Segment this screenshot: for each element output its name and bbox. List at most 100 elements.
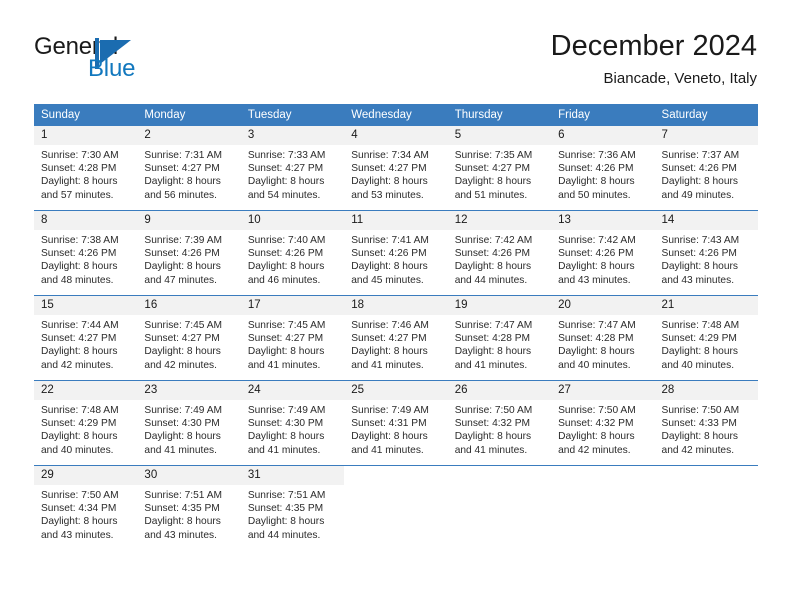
calendar-week-row: 15 Sunrise: 7:44 AM Sunset: 4:27 PM Dayligh… xyxy=(34,295,758,381)
day-number: 13 xyxy=(551,211,655,230)
calendar-day-cell[interactable]: 18 Sunrise: 7:46 AM Sunset: 4:27 PM Dayligh… xyxy=(344,295,448,381)
day-number: 29 xyxy=(34,466,138,485)
calendar-day-cell[interactable]: 23 Sunrise: 7:49 AM Sunset: 4:30 PM Dayligh… xyxy=(137,380,241,466)
calendar-day-cell[interactable]: 4 Sunrise: 7:34 AM Sunset: 4:27 PM Daylight… xyxy=(344,126,448,211)
sunrise-time: Sunrise: 7:30 AM xyxy=(41,150,119,161)
sunset-time: Sunset: 4:33 PM xyxy=(661,418,737,430)
daylight-duration-line1: Daylight: 8 hours xyxy=(41,346,118,358)
daylight-duration-line1: Daylight: 8 hours xyxy=(144,516,221,528)
day-details: Sunrise: 7:31 AM Sunset: 4:27 PM Daylight:… xyxy=(137,145,240,202)
calendar-day-cell[interactable]: 31 Sunrise: 7:51 AM Sunset: 4:35 PM Dayligh… xyxy=(240,466,345,551)
day-number: 5 xyxy=(447,126,552,145)
sunrise-time: Sunrise: 7:43 AM xyxy=(661,235,740,246)
page-title: December 2024 xyxy=(550,30,757,62)
calendar-day-cell[interactable]: 11 Sunrise: 7:41 AM Sunset: 4:26 PM Dayligh… xyxy=(344,210,448,296)
daylight-duration-line2: and 49 minutes. xyxy=(661,189,735,201)
day-number: 30 xyxy=(137,466,241,485)
calendar-day-cell[interactable]: 9 Sunrise: 7:39 AM Sunset: 4:26 PM Daylight… xyxy=(137,210,241,296)
daylight-duration-line1: Daylight: 8 hours xyxy=(661,261,738,273)
sunset-time: Sunset: 4:27 PM xyxy=(144,163,220,175)
calendar-day-cell[interactable]: 5 Sunrise: 7:35 AM Sunset: 4:27 PM Daylight… xyxy=(447,126,552,211)
calendar-day-cell[interactable]: 24 Sunrise: 7:49 AM Sunset: 4:30 PM Dayligh… xyxy=(240,380,345,466)
sunset-time: Sunset: 4:35 PM xyxy=(144,503,220,515)
sunset-time: Sunset: 4:26 PM xyxy=(454,248,531,260)
day-number: 10 xyxy=(240,211,345,230)
calendar-day-cell[interactable]: 25 Sunrise: 7:49 AM Sunset: 4:31 PM Dayligh… xyxy=(344,380,448,466)
daylight-duration-line2: and 44 minutes. xyxy=(247,529,321,541)
calendar-day-cell[interactable]: 7 Sunrise: 7:37 AM Sunset: 4:26 PM Daylight… xyxy=(654,126,758,211)
sunrise-time: Sunrise: 7:33 AM xyxy=(247,150,326,161)
daylight-duration-line1: Daylight: 8 hours xyxy=(247,346,325,358)
sunrise-time: Sunrise: 7:42 AM xyxy=(558,235,636,246)
calendar-day-cell[interactable]: 16 Sunrise: 7:45 AM Sunset: 4:27 PM Dayligh… xyxy=(137,295,241,381)
calendar-day-cell[interactable]: 21 Sunrise: 7:48 AM Sunset: 4:29 PM Dayligh… xyxy=(654,295,758,381)
calendar-day-cell[interactable]: 17 Sunrise: 7:45 AM Sunset: 4:27 PM Dayligh… xyxy=(240,295,345,381)
calendar-day-cell[interactable]: 26 Sunrise: 7:50 AM Sunset: 4:32 PM Dayligh… xyxy=(447,380,552,466)
calendar-day-cell[interactable]: 3 Sunrise: 7:33 AM Sunset: 4:27 PM Daylight… xyxy=(240,126,345,211)
sunrise-time: Sunrise: 7:41 AM xyxy=(351,235,429,246)
calendar-week-row: 8 Sunrise: 7:38 AM Sunset: 4:26 PM Daylight… xyxy=(34,210,758,296)
day-details: Sunrise: 7:47 AM Sunset: 4:28 PM Daylight:… xyxy=(551,315,654,372)
day-number: 31 xyxy=(240,466,345,485)
calendar-day-cell[interactable]: 22 Sunrise: 7:48 AM Sunset: 4:29 PM Dayligh… xyxy=(34,380,138,466)
sunrise-time: Sunrise: 7:39 AM xyxy=(144,235,223,246)
daylight-duration-line1: Daylight: 8 hours xyxy=(41,176,118,188)
sunset-time: Sunset: 4:26 PM xyxy=(247,248,324,260)
sunset-time: Sunset: 4:27 PM xyxy=(144,333,220,345)
calendar-day-cell[interactable]: 19 Sunrise: 7:47 AM Sunset: 4:28 PM Dayligh… xyxy=(447,295,552,381)
sunset-time: Sunset: 4:29 PM xyxy=(41,418,117,430)
calendar-day-cell[interactable]: 20 Sunrise: 7:47 AM Sunset: 4:28 PM Dayligh… xyxy=(551,295,655,381)
calendar-day-cell[interactable]: 6 Sunrise: 7:36 AM Sunset: 4:26 PM Daylight… xyxy=(551,126,655,211)
daylight-duration-line2: and 41 minutes. xyxy=(351,444,424,456)
calendar-day-cell[interactable]: 8 Sunrise: 7:38 AM Sunset: 4:26 PM Daylight… xyxy=(34,210,138,296)
calendar-day-cell[interactable]: 2 Sunrise: 7:31 AM Sunset: 4:27 PM Daylight… xyxy=(137,126,241,211)
day-details: Sunrise: 7:39 AM Sunset: 4:26 PM Daylight:… xyxy=(137,230,240,287)
calendar-day-cell[interactable]: 14 Sunrise: 7:43 AM Sunset: 4:26 PM Dayligh… xyxy=(654,210,758,296)
brand-logo[interactable]: General Blue xyxy=(34,33,214,83)
daylight-duration-line2: and 41 minutes. xyxy=(454,444,528,456)
sunset-time: Sunset: 4:29 PM xyxy=(661,333,737,345)
day-details: Sunrise: 7:48 AM Sunset: 4:29 PM Daylight:… xyxy=(34,400,137,457)
daylight-duration-line2: and 42 minutes. xyxy=(144,359,217,371)
daylight-duration-line2: and 41 minutes. xyxy=(247,359,321,371)
weekday-header-sunday: Sunday xyxy=(34,104,138,126)
daylight-duration-line1: Daylight: 8 hours xyxy=(41,516,118,528)
calendar-day-cell[interactable]: 12 Sunrise: 7:42 AM Sunset: 4:26 PM Dayligh… xyxy=(447,210,552,296)
day-number: 18 xyxy=(344,296,448,315)
daylight-duration-line1: Daylight: 8 hours xyxy=(247,261,325,273)
calendar-day-cell[interactable]: 29 Sunrise: 7:50 AM Sunset: 4:34 PM Dayligh… xyxy=(34,466,138,551)
day-details: Sunrise: 7:33 AM Sunset: 4:27 PM Daylight:… xyxy=(241,145,344,202)
calendar-day-cell[interactable]: 30 Sunrise: 7:51 AM Sunset: 4:35 PM Dayligh… xyxy=(137,466,241,551)
sunset-time: Sunset: 4:26 PM xyxy=(661,248,737,260)
calendar-day-cell[interactable]: 27 Sunrise: 7:50 AM Sunset: 4:32 PM Dayligh… xyxy=(551,380,655,466)
calendar-day-cell[interactable]: 13 Sunrise: 7:42 AM Sunset: 4:26 PM Dayligh… xyxy=(551,210,655,296)
daylight-duration-line2: and 56 minutes. xyxy=(144,189,217,201)
day-number: 3 xyxy=(240,126,345,145)
sunset-time: Sunset: 4:32 PM xyxy=(454,418,531,430)
day-details: Sunrise: 7:42 AM Sunset: 4:26 PM Daylight:… xyxy=(551,230,654,287)
sunrise-time: Sunrise: 7:50 AM xyxy=(454,405,533,416)
calendar-header-row: Sunday Monday Tuesday Wednesday Thursday… xyxy=(34,104,758,126)
sunrise-time: Sunrise: 7:35 AM xyxy=(454,150,533,161)
day-details: Sunrise: 7:51 AM Sunset: 4:35 PM Daylight:… xyxy=(137,485,240,542)
daylight-duration-line2: and 51 minutes. xyxy=(454,189,528,201)
sunset-time: Sunset: 4:26 PM xyxy=(351,248,427,260)
sunrise-time: Sunrise: 7:46 AM xyxy=(351,320,429,331)
calendar-week-row: 1 Sunrise: 7:30 AM Sunset: 4:28 PM Daylight… xyxy=(34,126,758,211)
daylight-duration-line2: and 41 minutes. xyxy=(454,359,528,371)
brand-name-blue: Blue xyxy=(88,55,136,82)
calendar-day-cell[interactable]: 28 Sunrise: 7:50 AM Sunset: 4:33 PM Dayligh… xyxy=(654,380,758,466)
page-header: General Blue December 2024 Biancade, Ven… xyxy=(0,0,792,96)
day-number: 15 xyxy=(34,296,138,315)
daylight-duration-line1: Daylight: 8 hours xyxy=(661,346,738,358)
day-details: Sunrise: 7:45 AM Sunset: 4:27 PM Daylight:… xyxy=(137,315,240,372)
sunset-time: Sunset: 4:28 PM xyxy=(558,333,634,345)
calendar-day-cell[interactable]: 15 Sunrise: 7:44 AM Sunset: 4:27 PM Dayligh… xyxy=(34,295,138,381)
day-details: Sunrise: 7:49 AM Sunset: 4:30 PM Daylight:… xyxy=(137,400,240,457)
calendar-day-cell[interactable]: 10 Sunrise: 7:40 AM Sunset: 4:26 PM Dayligh… xyxy=(240,210,345,296)
day-details: Sunrise: 7:49 AM Sunset: 4:30 PM Daylight:… xyxy=(241,400,344,457)
day-number: 25 xyxy=(344,381,448,400)
calendar-day-cell[interactable]: 1 Sunrise: 7:30 AM Sunset: 4:28 PM Daylight… xyxy=(34,126,138,211)
daylight-duration-line1: Daylight: 8 hours xyxy=(558,176,635,188)
sunrise-time: Sunrise: 7:44 AM xyxy=(41,320,119,331)
